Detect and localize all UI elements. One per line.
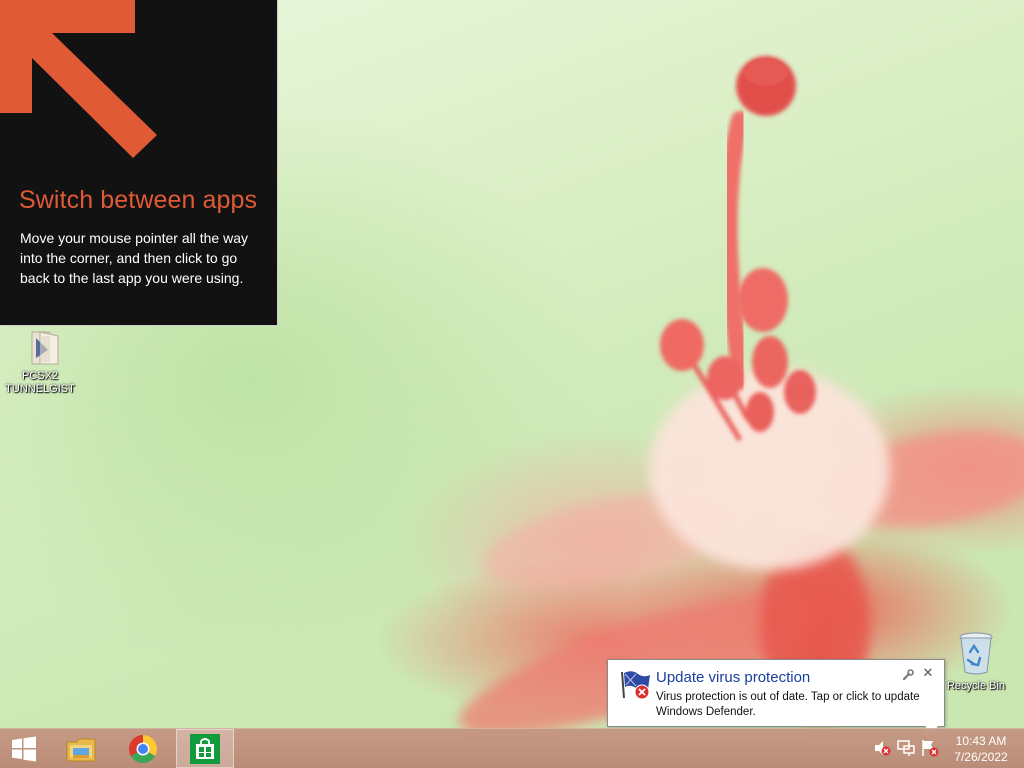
desktop-icon-label: PCSX2 bbox=[21, 370, 59, 382]
recycle-bin-icon bbox=[959, 632, 993, 675]
close-icon[interactable]: ✕ bbox=[921, 666, 935, 682]
taskbar-file-explorer[interactable] bbox=[52, 729, 110, 768]
tip-body: Move your mouse pointer all the way into… bbox=[20, 230, 248, 286]
file-explorer-icon bbox=[66, 738, 96, 761]
action-center-flag-icon[interactable] bbox=[921, 739, 939, 757]
notification-title: Update virus protection bbox=[656, 669, 811, 686]
desktop-icon-label: Recycle Bin bbox=[946, 680, 1006, 692]
tip-title: Switch between apps bbox=[19, 186, 258, 214]
taskbar-chrome[interactable] bbox=[114, 729, 172, 768]
desktop-icon-pcsx2[interactable]: PCSX2 TUNNELGIST bbox=[0, 328, 80, 396]
clock-time: 10:43 AM bbox=[955, 734, 1007, 748]
store-icon bbox=[190, 733, 220, 764]
taskbar bbox=[0, 728, 1024, 768]
volume-muted-icon[interactable] bbox=[873, 739, 891, 757]
chrome-icon bbox=[129, 734, 157, 763]
notification-text: Virus protection is out of date. Tap or … bbox=[656, 691, 920, 718]
tip-panel: Switch between apps Move your mouse poin… bbox=[0, 0, 278, 326]
notification-balloon[interactable]: Update virus protection Virus protection… bbox=[607, 659, 945, 727]
start-button[interactable] bbox=[0, 729, 48, 768]
windows-logo-icon bbox=[12, 736, 36, 761]
network-icon[interactable] bbox=[897, 739, 915, 757]
wrench-icon[interactable] bbox=[902, 669, 914, 681]
arrow-up-left-icon bbox=[0, 0, 157, 158]
desktop-icon-label: TUNNELGIST bbox=[5, 383, 75, 395]
desktop[interactable]: Switch between apps Move your mouse poin… bbox=[0, 0, 1024, 768]
taskbar-clock[interactable]: 10:43 AM 7/26/2022 bbox=[948, 733, 1014, 765]
clock-date: 7/26/2022 bbox=[954, 750, 1008, 764]
defender-flag-error-icon bbox=[621, 671, 650, 700]
folder-with-file-icon bbox=[31, 331, 59, 365]
desktop-icon-recycle-bin[interactable]: Recycle Bin bbox=[936, 630, 1016, 693]
taskbar-store[interactable] bbox=[176, 729, 234, 768]
